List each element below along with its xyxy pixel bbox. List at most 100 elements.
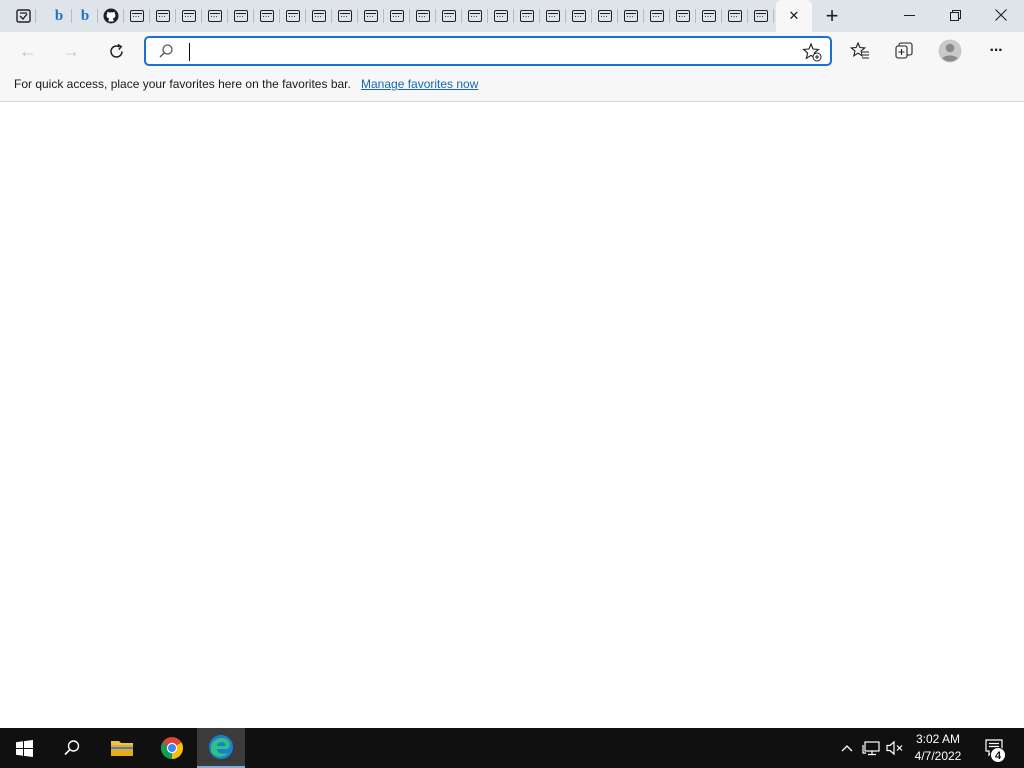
page-icon	[416, 10, 430, 22]
start-button[interactable]	[0, 728, 48, 768]
network-button[interactable]	[860, 728, 882, 768]
tab-page-3[interactable]	[176, 0, 202, 32]
page-icon	[520, 10, 534, 22]
page-icon	[364, 10, 378, 22]
manage-favorites-link[interactable]: Manage favorites now	[361, 77, 478, 91]
network-icon	[862, 741, 880, 756]
chrome-icon	[161, 737, 183, 759]
close-icon	[995, 9, 1007, 21]
forward-arrow-icon: →	[62, 40, 80, 61]
tab-page-6[interactable]	[254, 0, 280, 32]
taskbar-edge[interactable]	[197, 728, 245, 768]
tab-sticky-notes[interactable]	[10, 0, 36, 32]
page-icon	[702, 10, 716, 22]
tab-page-1[interactable]	[124, 0, 150, 32]
minimize-button[interactable]	[886, 0, 932, 30]
tab-page-14[interactable]	[462, 0, 488, 32]
favorites-button[interactable]	[845, 36, 875, 66]
taskbar-clock[interactable]: 3:02 AM 4/7/2022	[906, 731, 970, 765]
profile-button[interactable]	[935, 36, 965, 66]
show-hidden-icons-button[interactable]	[838, 728, 856, 768]
tab-bing-1[interactable]: b	[46, 0, 72, 32]
tab-page-15[interactable]	[488, 0, 514, 32]
sticky-note-icon	[15, 9, 31, 23]
favorites-icon	[850, 41, 869, 59]
notification-count: 4	[994, 750, 1002, 762]
page-icon	[260, 10, 274, 22]
page-icon	[338, 10, 352, 22]
page-icon	[494, 10, 508, 22]
restore-button[interactable]	[932, 0, 978, 30]
tab-page-20[interactable]	[618, 0, 644, 32]
page-icon	[286, 10, 300, 22]
edge-icon	[209, 735, 233, 759]
tab-page-19[interactable]	[592, 0, 618, 32]
tab-github[interactable]	[98, 0, 124, 32]
bing-icon: b	[54, 7, 64, 24]
tab-page-10[interactable]	[358, 0, 384, 32]
more-icon: ···	[989, 42, 1004, 59]
search-icon	[64, 740, 80, 756]
page-icon	[572, 10, 586, 22]
tab-active[interactable]: ✕	[776, 0, 812, 32]
page-icon	[234, 10, 248, 22]
tab-page-17[interactable]	[540, 0, 566, 32]
avatar-icon	[938, 39, 962, 63]
page-tabs-group	[124, 0, 774, 32]
github-icon	[103, 8, 119, 24]
tab-page-18[interactable]	[566, 0, 592, 32]
new-tab-button[interactable]: +	[814, 0, 850, 32]
tab-page-12[interactable]	[410, 0, 436, 32]
tab-page-21[interactable]	[644, 0, 670, 32]
back-button[interactable]: ←	[13, 36, 43, 66]
add-favorite-icon[interactable]	[802, 42, 822, 62]
tab-page-13[interactable]	[436, 0, 462, 32]
collections-button[interactable]	[889, 36, 919, 66]
windows-icon	[15, 739, 33, 757]
text-caret	[189, 43, 190, 61]
tab-page-9[interactable]	[332, 0, 358, 32]
tab-page-16[interactable]	[514, 0, 540, 32]
bing-icon: b	[80, 7, 90, 24]
page-icon	[754, 10, 768, 22]
clock-time: 3:02 AM	[915, 732, 961, 746]
taskbar: 3:02 AM 4/7/2022 4	[0, 728, 1024, 768]
tab-page-8[interactable]	[306, 0, 332, 32]
close-tab-icon[interactable]: ✕	[789, 8, 800, 24]
page-icon	[442, 10, 456, 22]
taskbar-file-explorer[interactable]	[98, 728, 146, 768]
forward-button[interactable]: →	[56, 36, 86, 66]
tab-page-2[interactable]	[150, 0, 176, 32]
settings-more-button[interactable]: ···	[981, 36, 1011, 66]
tab-page-4[interactable]	[202, 0, 228, 32]
tab-page-25[interactable]	[748, 0, 774, 32]
page-icon	[182, 10, 196, 22]
volume-muted-icon	[886, 740, 903, 756]
page-icon	[468, 10, 482, 22]
page-icon	[312, 10, 326, 22]
page-icon	[624, 10, 638, 22]
page-icon	[208, 10, 222, 22]
tab-page-11[interactable]	[384, 0, 410, 32]
address-bar[interactable]	[144, 36, 832, 66]
tab-strip: b b ✕ +	[0, 0, 1024, 32]
page-icon	[598, 10, 612, 22]
tab-bing-2[interactable]: b	[72, 0, 98, 32]
notification-badge: 4	[990, 747, 1006, 763]
page-icon	[546, 10, 560, 22]
tab-page-24[interactable]	[722, 0, 748, 32]
volume-button[interactable]	[884, 728, 906, 768]
taskbar-chrome[interactable]	[148, 728, 196, 768]
tab-page-23[interactable]	[696, 0, 722, 32]
page-icon	[728, 10, 742, 22]
refresh-button[interactable]	[101, 36, 131, 66]
address-input[interactable]	[184, 41, 784, 61]
clock-date: 4/7/2022	[914, 749, 962, 763]
taskbar-search-button[interactable]	[48, 728, 96, 768]
tab-page-5[interactable]	[228, 0, 254, 32]
minimize-icon	[903, 14, 915, 16]
tab-page-22[interactable]	[670, 0, 696, 32]
search-icon	[159, 44, 173, 58]
tab-page-7[interactable]	[280, 0, 306, 32]
close-window-button[interactable]	[978, 0, 1024, 30]
